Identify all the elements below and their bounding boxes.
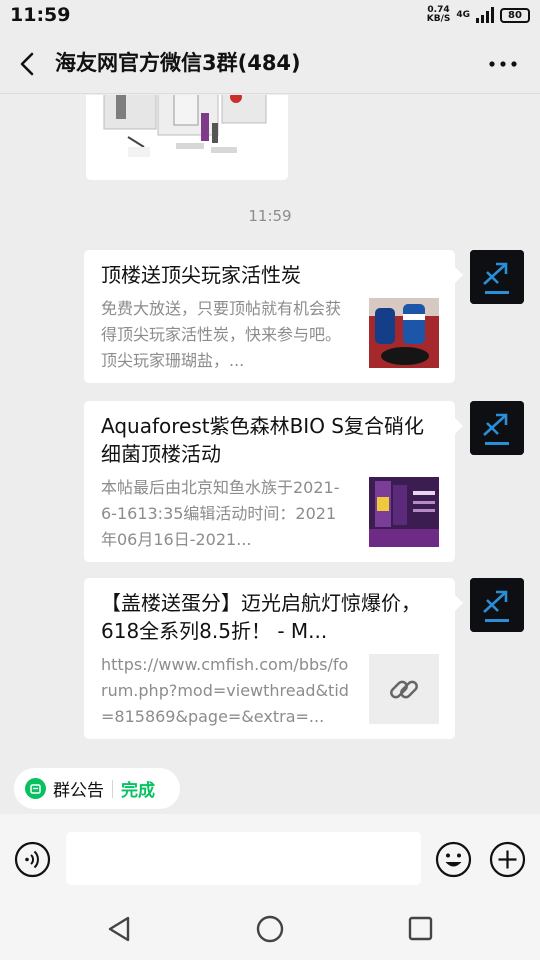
status-indicators: 0.74 KB/S 4G 80 (427, 6, 530, 24)
status-bar: 11:59 0.74 KB/S 4G 80 (0, 0, 540, 32)
nav-recent-apps-icon[interactable] (407, 915, 434, 942)
avatar[interactable] (470, 578, 524, 632)
chat-title: 海友网官方微信3群(484) (55, 51, 301, 75)
card-description: 免费大放送，只要顶帖就有机会获得顶尖玩家活性炭，快来参与吧。顶尖玩家珊瑚盐，..… (101, 299, 342, 370)
sagittarius-logo-icon (470, 578, 524, 632)
divider (112, 779, 113, 798)
network-type: 4G (456, 10, 470, 20)
sagittarius-logo-icon (470, 250, 524, 304)
input-bar (0, 814, 540, 906)
more-options-icon[interactable] (488, 60, 518, 68)
message-list[interactable]: 11:59 顶楼送顶尖玩家活性炭 免费大放送，只要顶帖就有机会获得顶尖玩家活性炭… (0, 95, 540, 757)
system-nav-bar (0, 906, 540, 960)
card-description: https://www.cmfish.com/bbs/forum.php?mod… (101, 655, 349, 726)
link-card-message[interactable]: Aquaforest紫色森林BIO S复合硝化细菌顶楼活动 本帖最后由北京知鱼水… (84, 401, 463, 562)
status-time: 11:59 (10, 4, 71, 26)
done-button[interactable]: 完成 (121, 776, 155, 801)
avatar[interactable] (470, 401, 524, 455)
chat-header: 海友网官方微信3群(484) (0, 32, 540, 94)
announcement-label: 群公告 (53, 781, 104, 801)
card-link-thumbnail (369, 654, 439, 724)
card-thumbnail-image (369, 298, 439, 368)
card-description: 本帖最后由北京知鱼水族于2021-6-1613:35编辑活动时间：2021年06… (101, 478, 340, 549)
battery-level: 80 (508, 9, 522, 21)
network-speed: 0.74 KB/S (426, 5, 451, 24)
message-input[interactable] (66, 832, 421, 885)
equipment-image (86, 95, 288, 180)
card-thumbnail-image (369, 477, 439, 547)
group-announcement-pill[interactable]: 群公告 完成 (14, 768, 180, 809)
message-timestamp: 11:59 (248, 207, 292, 225)
link-icon (390, 680, 418, 699)
emoji-icon[interactable] (435, 841, 472, 878)
card-title: 顶楼送顶尖玩家活性炭 (101, 263, 301, 287)
back-arrow-icon[interactable] (16, 50, 40, 78)
avatar[interactable] (470, 250, 524, 304)
battery-icon: 80 (500, 7, 530, 23)
image-message[interactable] (86, 95, 288, 180)
signal-icon (476, 7, 494, 23)
plus-icon[interactable] (489, 841, 526, 878)
voice-icon[interactable] (14, 841, 51, 878)
card-title: Aquaforest紫色森林BIO S复合硝化细菌顶楼活动 (101, 414, 424, 466)
nav-home-icon[interactable] (255, 914, 285, 944)
card-title: 【盖楼送蛋分】迈光启航灯惊爆价，618全系列8.5折！ - M... (101, 591, 421, 643)
announcement-icon (25, 778, 46, 799)
nav-back-icon[interactable] (106, 915, 134, 943)
link-card-message[interactable]: 【盖楼送蛋分】迈光启航灯惊爆价，618全系列8.5折！ - M... https… (84, 578, 463, 739)
sagittarius-logo-icon (470, 401, 524, 455)
link-card-message[interactable]: 顶楼送顶尖玩家活性炭 免费大放送，只要顶帖就有机会获得顶尖玩家活性炭，快来参与吧… (84, 250, 463, 383)
